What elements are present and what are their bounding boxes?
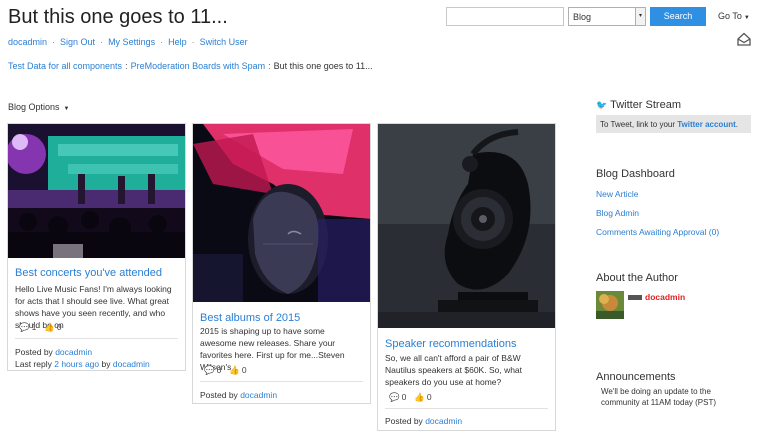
usernav-help[interactable]: Help [168, 37, 187, 47]
goto-label: Go To [718, 11, 742, 21]
divider [200, 381, 363, 382]
search-button[interactable]: Search [650, 7, 706, 26]
avatar-image [596, 291, 624, 319]
post-image-speaker[interactable] [378, 124, 555, 328]
comment-icon[interactable]: 💬 [389, 392, 400, 402]
rank-badge [628, 295, 642, 300]
post-excerpt: So, we all can't afford a pair of B&W Na… [385, 353, 523, 387]
posted-by-label: Posted by [200, 390, 238, 400]
post-meta: Posted by docadmin [200, 389, 277, 401]
like-count: 0 [56, 322, 62, 332]
comment-count: 0 [401, 392, 407, 402]
caret-down-icon: ▼ [63, 106, 70, 112]
blog-options-label: Blog Options [8, 102, 60, 112]
post-image-album[interactable] [193, 124, 370, 302]
posted-by-label: Posted by [385, 416, 423, 426]
post-stats: 💬 0 👍 0 [204, 365, 247, 376]
announcements-heading: Announcements [596, 371, 676, 383]
dashboard-comments-awaiting[interactable]: Comments Awaiting Approval (0) [596, 227, 719, 237]
comment-icon[interactable]: 💬 [204, 365, 215, 375]
blog-dashboard-heading: Blog Dashboard [596, 168, 675, 180]
chevron-down-icon: ▾ [635, 8, 645, 25]
last-reply-time-link[interactable]: 2 hours ago [54, 359, 99, 369]
divider [385, 408, 548, 409]
twitter-box: To Tweet, link to your Twitter account. [596, 115, 751, 133]
last-reply-author-link[interactable]: docadmin [113, 359, 150, 369]
post-card: Best concerts you've attended Hello Live… [7, 123, 186, 371]
post-image-concert[interactable] [8, 124, 185, 258]
like-icon[interactable]: 👍 [229, 365, 240, 375]
breadcrumb-current: But this one goes to 11... [273, 61, 373, 71]
post-meta: Posted by docadmin Last reply 2 hours ag… [15, 346, 150, 370]
concert-photo [8, 124, 185, 258]
inbox-icon[interactable] [737, 32, 751, 46]
dashboard-blog-admin[interactable]: Blog Admin [596, 208, 639, 218]
comment-icon[interactable]: 💬 [19, 322, 30, 332]
twitter-icon: 🐦 [596, 100, 608, 110]
goto-menu[interactable]: Go To ▼ [718, 11, 750, 21]
like-icon[interactable]: 👍 [44, 322, 55, 332]
search-scope-select[interactable]: Blog ▾ [568, 7, 646, 26]
post-author-link[interactable]: docadmin [55, 347, 92, 357]
post-stats: 💬 1 👍 0 [19, 322, 62, 333]
post-author-link[interactable]: docadmin [240, 390, 277, 400]
album-cover-image [193, 124, 370, 302]
dashboard-new-article[interactable]: New Article [596, 189, 639, 199]
twitter-text: To Tweet, link to your [600, 120, 675, 129]
author-name-link[interactable]: docadmin [645, 292, 685, 302]
post-title[interactable]: Best albums of 2015 [200, 312, 300, 324]
avatar[interactable] [596, 291, 624, 319]
search-scope-value: Blog [573, 12, 592, 22]
twitter-account-link[interactable]: Twitter account [677, 120, 736, 129]
usernav-sign-out[interactable]: Sign Out [60, 37, 95, 47]
user-nav: docadmin · Sign Out · My Settings · Help · Switc… [8, 37, 248, 47]
like-count: 0 [241, 365, 247, 375]
caret-down-icon: ▼ [743, 15, 750, 21]
usernav-username[interactable]: docadmin [8, 37, 47, 47]
post-title[interactable]: Best concerts you've attended [15, 267, 162, 279]
breadcrumb: Test Data for all components: PreModerati… [8, 61, 373, 71]
announcement-text: We'll be doing an update to the communit… [601, 387, 716, 407]
post-meta: Posted by docadmin [385, 415, 462, 427]
like-icon[interactable]: 👍 [414, 392, 425, 402]
post-author-link[interactable]: docadmin [425, 416, 462, 426]
breadcrumb-item[interactable]: PreModeration Boards with Spam [131, 61, 266, 71]
post-card: Speaker recommendations So, we all can't… [377, 123, 556, 431]
speaker-photo [378, 124, 555, 328]
blog-options-menu[interactable]: Blog Options ▼ [8, 102, 69, 112]
post-card: Best albums of 2015 2015 is shaping up t… [192, 123, 371, 404]
divider [15, 338, 178, 339]
comment-count: 0 [216, 365, 222, 375]
twitter-suffix: . [735, 120, 738, 129]
breadcrumb-item[interactable]: Test Data for all components [8, 61, 122, 71]
twitter-stream-heading: 🐦 Twitter Stream [596, 99, 681, 111]
search-input[interactable] [446, 7, 564, 26]
last-reply-by-label: by [101, 359, 111, 369]
post-stats: 💬 0 👍 0 [389, 392, 432, 403]
about-author-heading: About the Author [596, 272, 678, 284]
like-count: 0 [426, 392, 432, 402]
posted-by-label: Posted by [15, 347, 53, 357]
usernav-switch-user[interactable]: Switch User [200, 37, 248, 47]
post-title[interactable]: Speaker recommendations [385, 338, 516, 350]
usernav-my-settings[interactable]: My Settings [108, 37, 155, 47]
comment-count: 1 [31, 322, 37, 332]
page-title: But this one goes to 11... [8, 6, 228, 28]
last-reply-label: Last reply [15, 359, 52, 369]
